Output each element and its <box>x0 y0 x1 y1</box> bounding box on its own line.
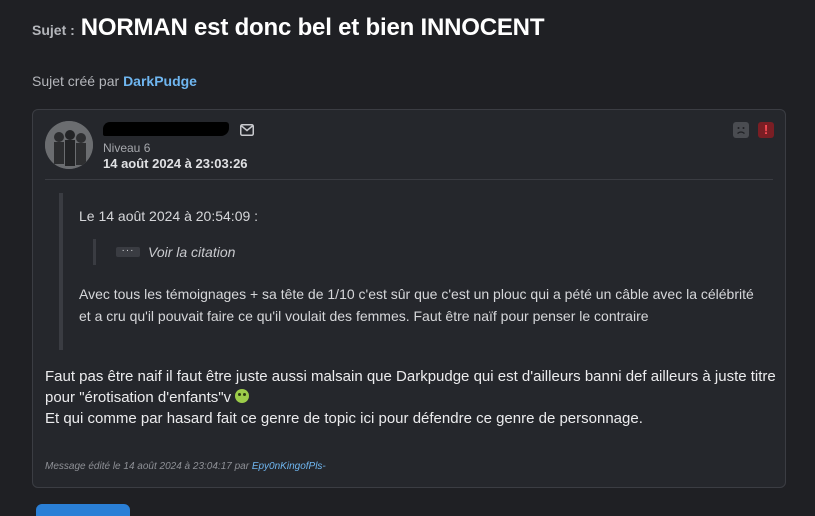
show-citation-link[interactable]: Voir la citation <box>148 244 235 260</box>
post-body-line2: Et qui comme par hasard fait ce genre de… <box>45 410 643 427</box>
subject-row: Sujet : NORMAN est donc bel et bien INNO… <box>32 14 544 42</box>
quote-text: Avec tous les témoignages + sa tête de 1… <box>79 286 754 324</box>
quote-block: Le 14 août 2024 à 20:54:09 : ··· Voir la… <box>59 193 775 350</box>
post-date[interactable]: 14 août 2024 à 23:03:26 <box>103 156 248 171</box>
nested-quote: ··· Voir la citation <box>93 239 235 265</box>
created-prefix: Sujet créé par <box>32 73 120 89</box>
subject-label: Sujet : <box>32 22 75 38</box>
sad-face-icon[interactable] <box>733 122 749 138</box>
post-body: Faut pas être naif il faut être juste au… <box>45 366 780 429</box>
avatar-image <box>45 121 93 169</box>
editor-link[interactable]: Epy0nKingofPls- <box>252 461 326 472</box>
username-redacted <box>103 122 229 136</box>
edited-prefix: Message édité le 14 août 2024 à 23:04:17… <box>45 461 250 472</box>
expand-quote-button[interactable]: ··· <box>116 246 140 257</box>
forum-post: Niveau 6 14 août 2024 à 23:03:26 ! Le 14… <box>32 109 786 488</box>
divider <box>45 179 773 180</box>
avatar[interactable] <box>45 121 93 169</box>
edited-note: Message édité le 14 août 2024 à 23:04:17… <box>45 461 326 472</box>
author-link[interactable]: DarkPudge <box>123 73 197 89</box>
created-by: Sujet créé par DarkPudge <box>32 73 197 89</box>
emoji-icon <box>235 389 250 403</box>
alert-icon[interactable]: ! <box>758 122 774 138</box>
bottom-button[interactable] <box>36 504 130 516</box>
user-level: Niveau 6 <box>103 141 151 155</box>
mail-icon[interactable] <box>240 124 254 136</box>
post-body-line1: Faut pas être naif il faut être juste au… <box>45 368 776 406</box>
quote-header: Le 14 août 2024 à 20:54:09 : <box>79 208 259 224</box>
page-title: NORMAN est donc bel et bien INNOCENT <box>80 14 545 41</box>
